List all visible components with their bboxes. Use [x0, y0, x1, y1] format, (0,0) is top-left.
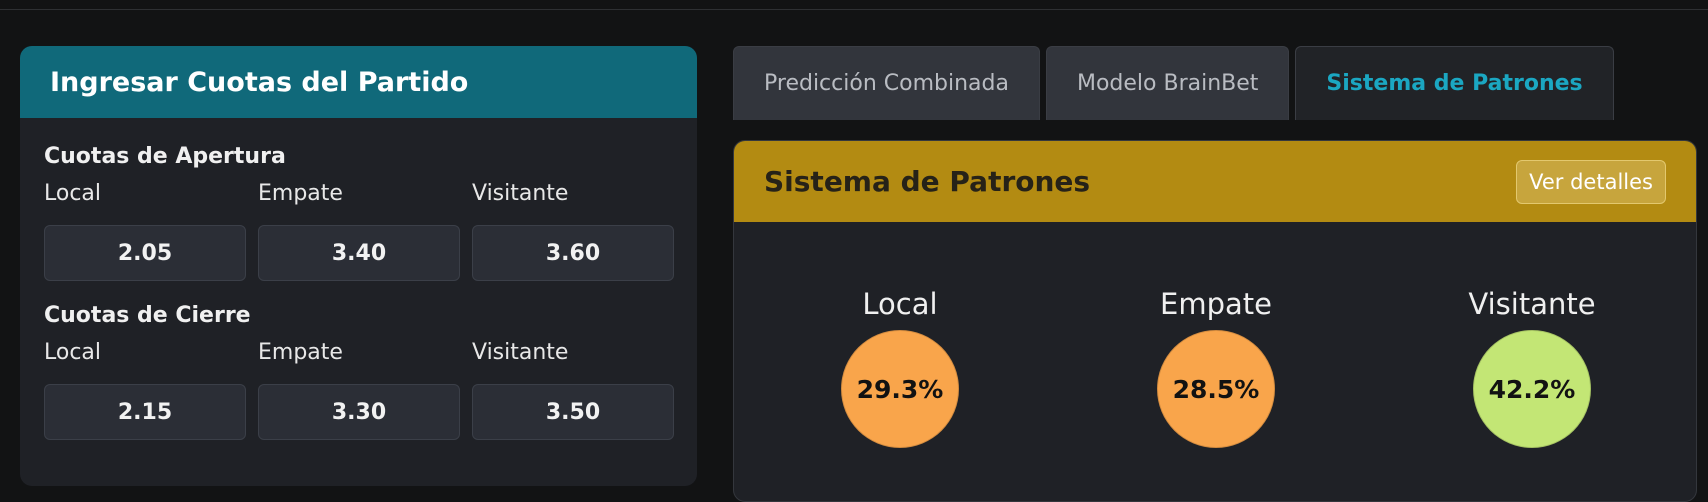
pattern-card-header: Sistema de Patrones Ver detalles	[734, 141, 1696, 222]
pattern-card-title: Sistema de Patrones	[764, 165, 1091, 198]
opening-draw-label: Empate	[258, 181, 343, 206]
odds-card-header: Ingresar Cuotas del Partido	[20, 46, 697, 118]
opening-home-label: Local	[44, 181, 102, 206]
pattern-system-card: Sistema de Patrones Ver detalles Local 2…	[733, 140, 1697, 502]
opening-odds-title: Cuotas de Apertura	[44, 144, 286, 169]
closing-draw-input[interactable]	[258, 384, 460, 440]
tab-combined-prediction[interactable]: Predicción Combinada	[733, 46, 1040, 120]
view-details-button[interactable]: Ver detalles	[1516, 159, 1666, 204]
closing-odds-row: Local Empate Visitante	[44, 340, 674, 440]
closing-odds-title: Cuotas de Cierre	[44, 303, 251, 328]
away-probability: Visitante 42.2%	[1442, 286, 1622, 448]
closing-home-input[interactable]	[44, 384, 246, 440]
closing-home-label: Local	[44, 340, 102, 365]
opening-away-input[interactable]	[472, 225, 674, 281]
tab-brainbet-model[interactable]: Modelo BrainBet	[1045, 46, 1290, 120]
opening-home-input[interactable]	[44, 225, 246, 281]
top-divider	[0, 9, 1708, 10]
draw-probability: Empate 28.5%	[1126, 286, 1306, 448]
prediction-tabs: Predicción Combinada Modelo BrainBet Sis…	[733, 46, 1614, 120]
draw-probability-circle: 28.5%	[1157, 330, 1275, 448]
closing-away-label: Visitante	[472, 340, 569, 365]
opening-odds-row: Local Empate Visitante	[44, 181, 674, 281]
away-probability-circle: 42.2%	[1473, 330, 1591, 448]
opening-away-label: Visitante	[472, 181, 569, 206]
home-probability: Local 29.3%	[810, 286, 990, 448]
closing-away-input[interactable]	[472, 384, 674, 440]
home-probability-circle: 29.3%	[841, 330, 959, 448]
odds-input-card: Ingresar Cuotas del Partido Cuotas de Ap…	[20, 46, 697, 486]
away-probability-label: Visitante	[1468, 287, 1596, 321]
draw-probability-label: Empate	[1160, 287, 1272, 321]
closing-draw-label: Empate	[258, 340, 343, 365]
probability-row: Local 29.3% Empate 28.5% Visitante 42.2%	[734, 222, 1696, 482]
opening-draw-input[interactable]	[258, 225, 460, 281]
tab-pattern-system[interactable]: Sistema de Patrones	[1295, 46, 1614, 120]
home-probability-label: Local	[862, 287, 938, 321]
odds-card-title: Ingresar Cuotas del Partido	[50, 66, 469, 98]
